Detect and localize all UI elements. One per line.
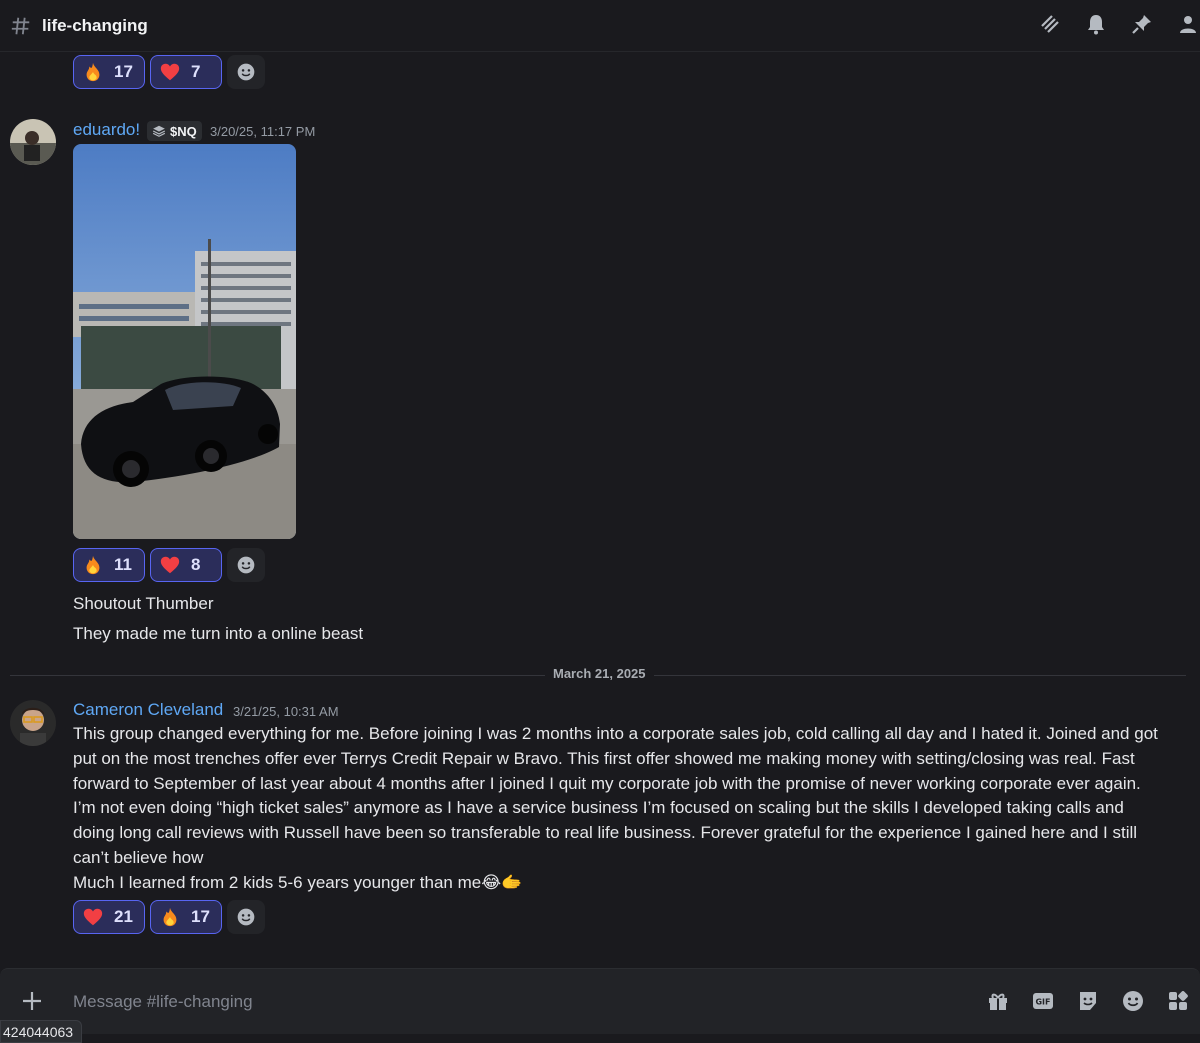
- reaction-bar: 17 7: [73, 55, 265, 89]
- message-content: Shoutout Thumber They made me turn into …: [73, 592, 363, 647]
- id-badge: 424044063: [0, 1020, 83, 1043]
- message-line: Shoutout Thumber: [73, 594, 214, 613]
- sticker-icon[interactable]: [1076, 989, 1100, 1013]
- fire-emoji-icon: [86, 62, 100, 82]
- reaction-heart[interactable]: 21: [73, 900, 145, 934]
- heart-emoji-icon: [83, 908, 103, 926]
- plus-icon[interactable]: [20, 989, 44, 1013]
- svg-text:GIF: GIF: [1035, 998, 1050, 1007]
- message-list[interactable]: 17 7 eduardo! $NQ 3/20/25, 11:17 PM 11 8…: [0, 53, 1200, 965]
- avatar[interactable]: [10, 700, 56, 746]
- threads-icon[interactable]: [1038, 12, 1062, 36]
- smiley-icon: [237, 556, 255, 574]
- gift-icon[interactable]: [986, 989, 1010, 1013]
- message-timestamp: 3/20/25, 11:17 PM: [210, 124, 316, 139]
- pin-icon[interactable]: [1130, 12, 1154, 36]
- reaction-bar: 11 8: [73, 548, 265, 582]
- message-author[interactable]: Cameron Cleveland: [73, 700, 223, 720]
- channel-header: life-changing: [0, 0, 1200, 52]
- smiley-icon: [237, 63, 255, 81]
- header-toolbar: [1038, 12, 1200, 36]
- reaction-count: 17: [114, 62, 133, 81]
- date-divider-label: March 21, 2025: [545, 666, 654, 681]
- guild-tag-text: $NQ: [170, 123, 197, 139]
- message-line: doing long call reviews with Russell hav…: [73, 823, 1138, 843]
- smiley-icon: [237, 908, 255, 926]
- message-line: This group changed everything for me. Be…: [73, 724, 1158, 743]
- reaction-count: 21: [114, 907, 133, 926]
- emoji-icon[interactable]: [1121, 989, 1145, 1013]
- reaction-count: 8: [191, 555, 201, 574]
- message-content: This group changed everything for me. Be…: [73, 722, 1183, 896]
- member-list-icon[interactable]: [1176, 12, 1200, 36]
- message-line: put on the most trenches offer ever Terr…: [73, 748, 1135, 768]
- reaction-count: 7: [191, 62, 201, 81]
- gif-icon[interactable]: GIF: [1031, 989, 1055, 1013]
- layers-icon: [152, 125, 166, 137]
- hashtag-icon: [11, 17, 30, 34]
- fire-emoji-icon: [86, 555, 100, 575]
- message-line: They made me turn into a online beast: [73, 624, 364, 643]
- reaction-heart[interactable]: 8: [150, 548, 222, 582]
- reaction-fire[interactable]: 11: [73, 548, 145, 582]
- heart-emoji-icon: [160, 556, 180, 574]
- reaction-heart[interactable]: 7: [150, 55, 222, 89]
- message-timestamp: 3/21/25, 10:31 AM: [233, 704, 339, 719]
- message-author[interactable]: eduardo!: [73, 120, 140, 140]
- heart-emoji-icon: [160, 63, 180, 81]
- fire-emoji-icon: [163, 907, 177, 927]
- reaction-count: 11: [114, 555, 132, 574]
- avatar[interactable]: [10, 119, 56, 165]
- bell-icon[interactable]: [1084, 12, 1108, 36]
- message-line: I’m not even doing “high ticket sales” a…: [73, 798, 1124, 818]
- reaction-count: 17: [191, 907, 210, 926]
- guild-tag[interactable]: $NQ: [147, 121, 202, 141]
- composer-toolbar: GIF: [986, 989, 1190, 1013]
- message-composer: GIF: [0, 968, 1200, 1034]
- apps-icon[interactable]: [1166, 989, 1190, 1013]
- message-line: forward to September of last year about …: [73, 773, 1141, 793]
- message-line: Much I learned from 2 kids 5-6 years you…: [73, 872, 523, 892]
- message-line: can’t believe how: [73, 847, 204, 867]
- channel-name: life-changing: [42, 15, 148, 35]
- reaction-fire[interactable]: 17: [73, 55, 145, 89]
- reaction-fire[interactable]: 17: [150, 900, 222, 934]
- add-reaction-button[interactable]: [227, 55, 265, 89]
- add-reaction-button[interactable]: [227, 548, 265, 582]
- reaction-bar: 21 17: [73, 900, 265, 934]
- message-input[interactable]: [73, 989, 953, 1015]
- car-photo-attachment[interactable]: [73, 144, 296, 539]
- add-reaction-button[interactable]: [227, 900, 265, 934]
